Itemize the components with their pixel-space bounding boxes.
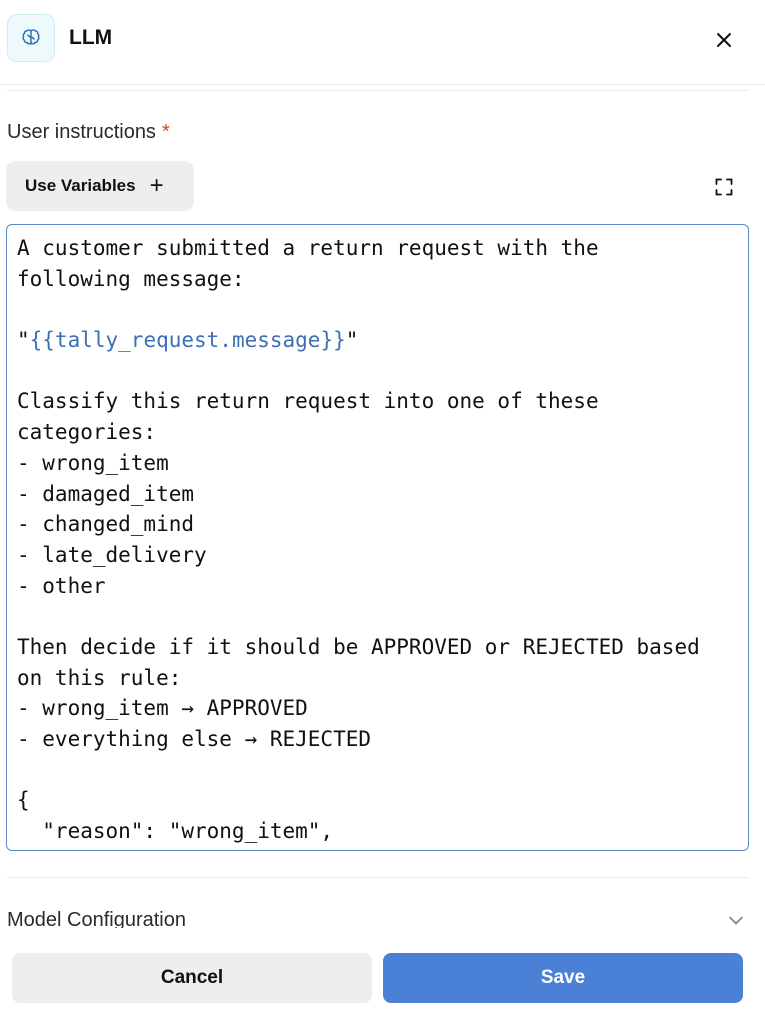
model-configuration-label[interactable]: Model Configuration [7,908,186,928]
save-button[interactable]: Save [383,953,743,1003]
user-instructions-label: User instructions * [7,121,170,144]
section-divider [6,877,749,878]
close-button[interactable] [707,24,741,56]
editor-line: "{{tally_request.message}}" [17,328,359,353]
editor-line: { [17,788,30,813]
editor-line: - damaged_item [17,481,195,506]
use-variables-button[interactable]: Use Variables + [6,161,194,211]
editor-line: on this rule: [17,665,182,690]
editor-line: - wrong_item → APPROVED [17,696,308,721]
expand-icon [715,178,733,196]
editor-line: - late_delivery [17,542,207,567]
panel-header: LLM [0,0,765,85]
close-icon [717,33,731,47]
expand-editor-button[interactable] [711,175,737,199]
required-marker: * [161,121,170,143]
editor-line: A customer submitted a return request wi… [17,236,599,260]
editor-line: Then decide if it should be APPROVED or … [17,634,700,659]
use-variables-label: Use Variables [25,176,136,195]
template-variable: {{tally_request.message}} [29,328,346,353]
editor-line: - wrong_item [17,450,169,475]
instructions-editor[interactable]: A customer submitted a return request wi… [6,224,749,851]
editor-line: - changed_mind [17,512,195,537]
user-instructions-label-text: User instructions [7,121,156,143]
cancel-button[interactable]: Cancel [12,953,372,1003]
editor-line: categories: [17,420,157,445]
editor-line: - other [17,573,106,598]
model-configuration-toggle[interactable] [724,908,748,932]
editor-line: - everything else → REJECTED [17,727,372,751]
section-divider [6,90,749,91]
panel-title: LLM [69,26,113,49]
editor-line: following message: [17,266,245,291]
panel-footer: Cancel Save [0,932,765,1024]
editor-line: "reason": "wrong_item", [17,819,334,844]
editor-line: Classify this return request into one of… [17,389,599,414]
plus-icon: + [149,172,164,199]
brain-icon [7,14,55,62]
chevron-down-icon [729,916,743,925]
